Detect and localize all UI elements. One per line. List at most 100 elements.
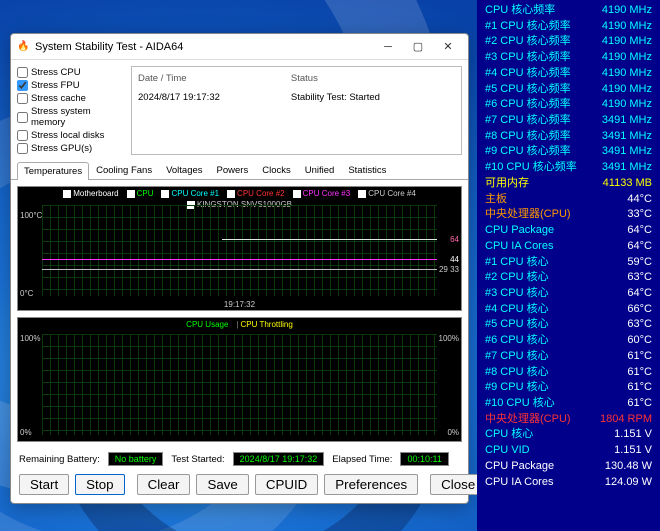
sensor-label: #9 CPU 核心 <box>485 380 627 396</box>
stress-checkbox[interactable] <box>17 80 28 91</box>
preferences-button[interactable]: Preferences <box>324 474 418 495</box>
sensor-label: 中央处理器(CPU) <box>485 412 600 428</box>
sensor-row: #8 CPU 核心频率3491 MHz <box>477 129 660 145</box>
sensor-value: 4190 MHz <box>602 34 652 50</box>
r-min-2: 0% <box>447 428 459 437</box>
tab-statistics[interactable]: Statistics <box>341 161 393 179</box>
sensor-value: 61°C <box>627 380 652 396</box>
tab-unified[interactable]: Unified <box>298 161 342 179</box>
x-label: 19:17:32 <box>224 300 255 309</box>
stress-option-2[interactable]: Stress cache <box>17 92 125 105</box>
sensor-value: 4190 MHz <box>602 3 652 19</box>
titlebar[interactable]: 🔥 System Stability Test - AIDA64 ─ ▢ ✕ <box>11 34 468 60</box>
log-header-status: Status <box>291 73 455 87</box>
mark-29: 29 33 <box>439 265 459 274</box>
sensor-row: #7 CPU 核心频率3491 MHz <box>477 113 660 129</box>
log-status: Stability Test: Started <box>291 89 455 103</box>
stress-option-3[interactable]: Stress system memory <box>17 105 125 129</box>
sensor-row: #3 CPU 核心64°C <box>477 286 660 302</box>
tab-clocks[interactable]: Clocks <box>255 161 298 179</box>
sensor-row: #6 CPU 核心频率4190 MHz <box>477 97 660 113</box>
sensor-label: #10 CPU 核心 <box>485 396 627 412</box>
sensor-label: #5 CPU 核心 <box>485 317 627 333</box>
sensor-value: 66°C <box>627 302 652 318</box>
sensor-value: 63°C <box>627 317 652 333</box>
sensor-value: 64°C <box>627 223 652 239</box>
tab-bar: TemperaturesCooling FansVoltagesPowersCl… <box>11 161 468 180</box>
sensor-row: CPU 核心1.151 V <box>477 427 660 443</box>
close-button[interactable]: ✕ <box>434 37 462 57</box>
sensor-label: CPU 核心频率 <box>485 3 602 19</box>
mark-44: 44 <box>450 255 459 264</box>
sensor-label: #4 CPU 核心频率 <box>485 66 602 82</box>
sensor-label: #1 CPU 核心 <box>485 255 627 271</box>
sensor-label: #6 CPU 核心 <box>485 333 627 349</box>
sensor-value: 61°C <box>627 349 652 365</box>
sensor-value: 1.151 V <box>614 427 652 443</box>
stop-button[interactable]: Stop <box>75 474 124 495</box>
sensor-row: #6 CPU 核心60°C <box>477 333 660 349</box>
tab-temperatures[interactable]: Temperatures <box>17 162 89 180</box>
stress-option-0[interactable]: Stress CPU <box>17 66 125 79</box>
legend-item: CPU Throttling <box>241 320 293 329</box>
sensor-row: #2 CPU 核心63°C <box>477 270 660 286</box>
sensor-label: CPU Package <box>485 223 627 239</box>
elapsed-value: 00:10:11 <box>400 452 448 466</box>
minimize-button[interactable]: ─ <box>374 37 402 57</box>
status-bar: Remaining Battery: No battery Test Start… <box>11 448 468 470</box>
started-label: Test Started: <box>171 454 224 465</box>
sensor-label: CPU IA Cores <box>485 475 605 491</box>
stress-option-5[interactable]: Stress GPU(s) <box>17 142 125 155</box>
sensor-value: 3491 MHz <box>602 113 652 129</box>
battery-label: Remaining Battery: <box>19 454 100 465</box>
sensor-value: 61°C <box>627 365 652 381</box>
sensor-value: 1.151 V <box>614 443 652 459</box>
tab-powers[interactable]: Powers <box>210 161 256 179</box>
stress-label: Stress FPU <box>31 80 80 91</box>
sensor-row: #7 CPU 核心61°C <box>477 349 660 365</box>
stress-label: Stress system memory <box>31 106 125 128</box>
sensor-value: 64°C <box>627 239 652 255</box>
sensor-row: CPU Package64°C <box>477 223 660 239</box>
stress-option-4[interactable]: Stress local disks <box>17 129 125 142</box>
legend-item: CPU Core #2 <box>237 189 285 198</box>
sensor-value: 60°C <box>627 333 652 349</box>
battery-value: No battery <box>108 452 164 466</box>
sensor-label: #8 CPU 核心 <box>485 365 627 381</box>
temperature-graph[interactable]: MotherboardCPUCPU Core #1CPU Core #2CPU … <box>17 186 462 311</box>
sensor-value: 4190 MHz <box>602 82 652 98</box>
save-button[interactable]: Save <box>196 474 248 495</box>
sensor-value: 41133 MB <box>603 176 652 192</box>
sensor-label: CPU 核心 <box>485 427 614 443</box>
sensor-row: #10 CPU 核心61°C <box>477 396 660 412</box>
tab-voltages[interactable]: Voltages <box>159 161 209 179</box>
sensor-row: #1 CPU 核心59°C <box>477 255 660 271</box>
sensor-label: #6 CPU 核心频率 <box>485 97 602 113</box>
legend-item: CPU <box>137 189 154 198</box>
stress-checkbox[interactable] <box>17 112 28 123</box>
sensor-label: CPU IA Cores <box>485 239 627 255</box>
sensor-value: 64°C <box>627 286 652 302</box>
tab-cooling-fans[interactable]: Cooling Fans <box>89 161 159 179</box>
sensor-label: #2 CPU 核心频率 <box>485 34 602 50</box>
stress-option-1[interactable]: Stress FPU <box>17 79 125 92</box>
sensor-row: #4 CPU 核心66°C <box>477 302 660 318</box>
stress-checkbox[interactable] <box>17 67 28 78</box>
cpuid-button[interactable]: CPUID <box>255 474 318 495</box>
log-panel: Date / TimeStatus 2024/8/17 19:17:32Stab… <box>131 66 462 155</box>
sensor-row: #8 CPU 核心61°C <box>477 365 660 381</box>
cpu-usage-graph[interactable]: CPU Usage| CPU Throttling 100% 0% 100% 0… <box>17 317 462 442</box>
start-button[interactable]: Start <box>19 474 69 495</box>
sensor-value: 130.48 W <box>605 459 652 475</box>
maximize-button[interactable]: ▢ <box>404 37 432 57</box>
sensor-value: 63°C <box>627 270 652 286</box>
sensor-row: #3 CPU 核心频率4190 MHz <box>477 50 660 66</box>
clear-button[interactable]: Clear <box>137 474 191 495</box>
stress-checkbox[interactable] <box>17 130 28 141</box>
app-icon: 🔥 <box>17 41 29 53</box>
stress-label: Stress local disks <box>31 130 104 141</box>
sensor-label: 可用内存 <box>485 176 603 192</box>
legend-item: CPU Core #3 <box>303 189 351 198</box>
stress-checkbox[interactable] <box>17 93 28 104</box>
stress-checkbox[interactable] <box>17 143 28 154</box>
